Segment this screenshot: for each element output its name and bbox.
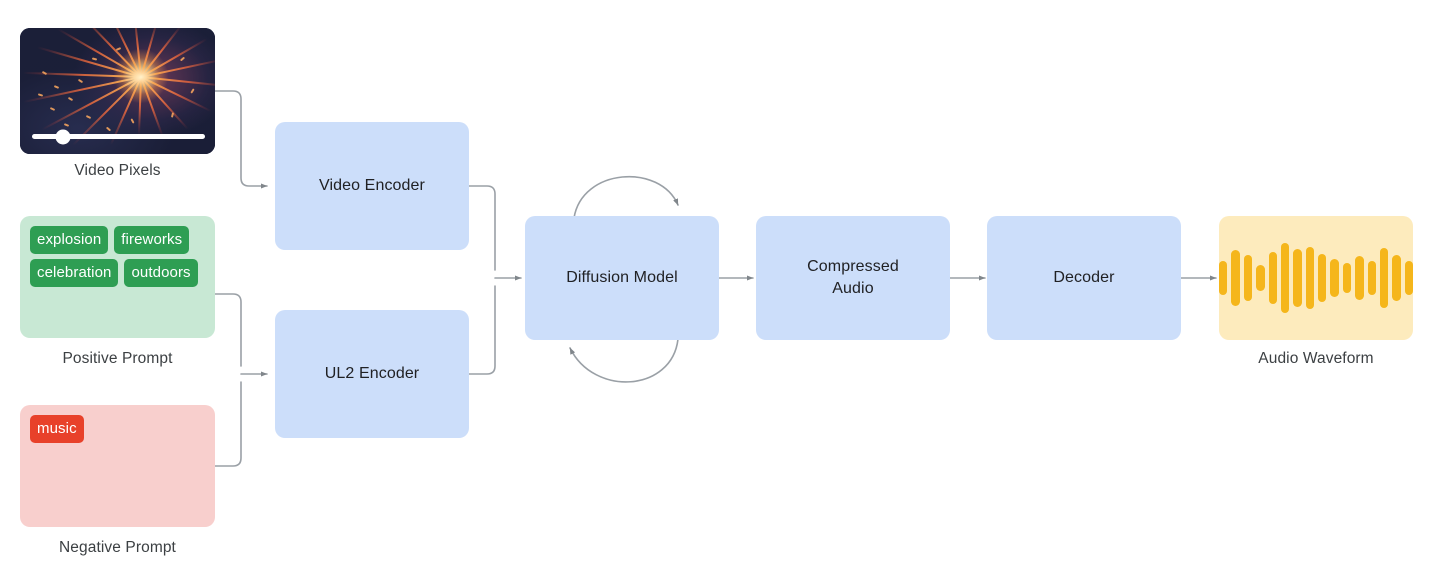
waveform-bar — [1342, 263, 1352, 293]
positive-prompt-tags: explosion fireworks celebration outdoors — [30, 226, 205, 287]
waveform-bar — [1392, 255, 1401, 301]
waveform-bar — [1404, 261, 1413, 295]
waveform-bar — [1330, 259, 1339, 297]
waveform-bar — [1231, 250, 1240, 306]
negative-prompt-card[interactable]: music — [20, 405, 215, 527]
waveform-bar — [1243, 255, 1253, 301]
audio-waveform-card[interactable] — [1219, 216, 1413, 340]
waveform-bar — [1367, 261, 1376, 295]
waveform-bar — [1379, 248, 1389, 308]
negative-prompt-tags: music — [30, 415, 205, 443]
node-label-line-2: Audio — [832, 280, 874, 297]
video-pixels-thumbnail[interactable] — [20, 28, 215, 154]
video-scrubber-track[interactable] — [32, 129, 205, 144]
wire-diffusion-loop-top — [573, 175, 679, 219]
video-pixels-caption: Video Pixels — [74, 162, 161, 179]
positive-prompt-caption: Positive Prompt — [62, 350, 173, 367]
node-ul2-encoder[interactable]: UL2 Encoder — [275, 310, 469, 438]
audio-waveform-caption: Audio Waveform — [1258, 350, 1374, 367]
wire-diffusion-loop-bottom — [569, 338, 679, 383]
waveform-bar — [1280, 243, 1290, 313]
node-label-line-1: Compressed — [807, 258, 899, 276]
video-scrubber-handle[interactable] — [55, 129, 71, 144]
node-compressed-audio[interactable]: Compressed Audio — [756, 216, 950, 340]
node-label: UL2 Encoder — [324, 365, 420, 383]
prompt-tag[interactable]: explosion — [30, 226, 109, 254]
waveform-bar — [1355, 256, 1364, 300]
waveform-bar — [1268, 252, 1277, 304]
waveform-bar — [1318, 254, 1327, 302]
wire-video-to-video-encoder — [214, 90, 268, 189]
negative-prompt-caption: Negative Prompt — [59, 539, 176, 556]
node-decoder[interactable]: Decoder — [987, 216, 1181, 340]
wire-ul2-encoder-to-diffusion — [468, 285, 496, 375]
node-video-encoder[interactable]: Video Encoder — [275, 122, 469, 250]
prompt-tag[interactable]: outdoors — [124, 259, 198, 287]
wire-negative-prompt-to-ul2 — [214, 381, 242, 467]
waveform-bar — [1293, 249, 1302, 307]
node-label: Video Encoder — [319, 177, 425, 195]
wire-positive-prompt-to-ul2 — [214, 293, 242, 367]
node-label: Diffusion Model — [566, 269, 678, 287]
waveform-bar — [1305, 247, 1314, 309]
prompt-tag[interactable]: celebration — [30, 259, 119, 287]
prompt-tag[interactable]: music — [30, 415, 84, 443]
wire-video-encoder-to-diffusion — [468, 185, 496, 271]
positive-prompt-card[interactable]: explosion fireworks celebration outdoors — [20, 216, 215, 338]
prompt-tag[interactable]: fireworks — [114, 226, 190, 254]
diagram-canvas: Video Pixels explosion fireworks celebra… — [0, 0, 1440, 583]
waveform-bar — [1219, 261, 1228, 295]
waveform-bar — [1256, 265, 1265, 291]
node-diffusion-model[interactable]: Diffusion Model — [525, 216, 719, 340]
node-label: Decoder — [1053, 269, 1115, 287]
